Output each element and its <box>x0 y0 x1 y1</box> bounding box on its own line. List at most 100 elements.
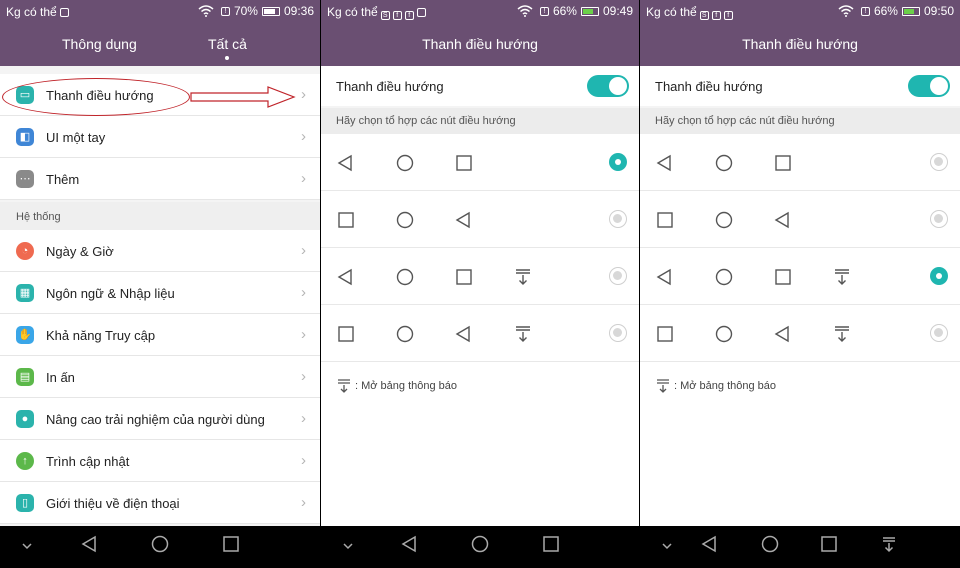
home-button-icon <box>715 268 733 286</box>
back-nav-icon[interactable] <box>700 534 718 554</box>
page-title: Thanh điều hướng <box>422 36 538 52</box>
home-button-icon <box>715 154 733 172</box>
combination-hint: Hãy chọn tổ hợp các nút điều hướng <box>640 108 960 134</box>
settings-item-date-time[interactable]: ◔ Ngày & Giờ › <box>0 230 320 272</box>
notification-pulldown-icon <box>516 326 530 342</box>
button-combination-option[interactable] <box>640 248 960 305</box>
back-button-icon <box>455 211 470 229</box>
navigation-bar-switch[interactable] <box>587 75 629 97</box>
facebook-icon: f <box>404 11 414 20</box>
button-combination-option[interactable] <box>640 191 960 248</box>
chevron-down-icon[interactable] <box>660 540 674 552</box>
settings-item-printing[interactable]: ▤ In ấn › <box>0 356 320 398</box>
recent-apps-button-icon <box>657 212 673 228</box>
carrier-label: Kg có thể <box>6 5 57 19</box>
one-hand-icon: ◧ <box>16 128 34 146</box>
page-title: Thanh điều hướng <box>742 36 858 52</box>
recent-apps-nav-icon[interactable] <box>222 534 240 554</box>
back-nav-icon[interactable] <box>80 534 98 554</box>
home-nav-icon[interactable] <box>470 534 490 554</box>
back-button-icon <box>337 268 352 286</box>
chevron-right-icon: › <box>301 242 306 259</box>
carrier-label: Kg có thể <box>646 5 697 19</box>
toggle-label: Thanh điều hướng <box>655 79 763 94</box>
button-combination-option[interactable] <box>640 134 960 191</box>
settings-item-accessibility[interactable]: ✋ Khả năng Truy cập › <box>0 314 320 356</box>
hand-icon: ✋ <box>16 326 34 344</box>
toggle-label: Thanh điều hướng <box>336 79 444 94</box>
navigation-bar-switch[interactable] <box>908 75 950 97</box>
skype-icon: S <box>380 11 390 20</box>
tab-all[interactable]: Tất cả <box>208 36 247 60</box>
button-combination-option[interactable] <box>321 134 639 191</box>
settings-item-updater[interactable]: ↑ Trình cập nhật › <box>0 440 320 482</box>
settings-item-language-input[interactable]: ▦ Ngôn ngữ & Nhập liệu › <box>0 272 320 314</box>
settings-item-user-experience[interactable]: ● Nâng cao trải nghiệm của người dùng › <box>0 398 320 440</box>
more-icon: ⋯ <box>16 170 34 188</box>
chevron-down-icon[interactable] <box>20 540 34 552</box>
home-nav-icon[interactable] <box>150 534 170 554</box>
radio-selected[interactable] <box>930 267 948 285</box>
chevron-right-icon: › <box>301 494 306 511</box>
chevron-down-icon[interactable] <box>341 540 355 552</box>
back-button-icon <box>774 325 789 343</box>
settings-item-label: Ngôn ngữ & Nhập liệu <box>46 286 175 301</box>
status-bar: Kg có thể Sf f ! 66% 09:50 <box>640 0 960 24</box>
radio-selected[interactable] <box>609 153 627 171</box>
phone-info-icon: ▯ <box>16 494 34 512</box>
legend: : Mở bảng thông báo <box>656 378 776 394</box>
battery-charging-icon <box>580 6 599 16</box>
home-nav-icon[interactable] <box>760 534 780 554</box>
printer-icon: ▤ <box>16 368 34 386</box>
radio-unselected[interactable] <box>930 324 948 342</box>
home-button-icon <box>396 154 414 172</box>
settings-item-label: Ngày & Giờ <box>46 244 114 259</box>
image-notification-icon <box>416 8 426 17</box>
button-combination-option[interactable] <box>640 305 960 362</box>
radio-unselected[interactable] <box>930 210 948 228</box>
button-combination-options <box>321 134 639 362</box>
wifi-icon <box>517 5 533 17</box>
legend-text: : Mở bảng thông báo <box>355 380 458 392</box>
navigation-bar-settings-panel: Kg có thể Sf f ! 66% 09:49 Thanh điều hướn… <box>321 0 639 568</box>
combination-hint: Hãy chọn tổ hợp các nút điều hướng <box>321 108 639 134</box>
recent-apps-button-icon <box>657 326 673 342</box>
button-combination-option[interactable] <box>321 305 639 362</box>
status-bar: Kg có thể Sf f ! 66% 09:49 <box>321 0 639 24</box>
recent-apps-button-icon <box>338 212 354 228</box>
back-nav-icon[interactable] <box>400 534 418 554</box>
recent-apps-button-icon <box>775 155 791 171</box>
system-nav-bar <box>640 526 960 568</box>
recent-apps-button-icon <box>338 326 354 342</box>
chevron-right-icon: › <box>301 326 306 343</box>
system-nav-bar <box>321 526 639 568</box>
system-nav-bar <box>0 526 320 568</box>
notification-pulldown-icon <box>657 379 669 393</box>
update-arrow-icon: ↑ <box>16 452 34 470</box>
settings-item-one-hand-ui[interactable]: ◧ UI một tay › <box>0 116 320 158</box>
recent-apps-nav-icon[interactable] <box>542 534 560 554</box>
tab-common[interactable]: Thông dụng <box>62 36 137 52</box>
radio-unselected[interactable] <box>609 210 627 228</box>
battery-percent: 70% <box>233 4 258 18</box>
wifi-icon <box>198 5 214 17</box>
navigation-bar-toggle-row: Thanh điều hướng <box>640 66 960 106</box>
button-combination-option[interactable] <box>321 191 639 248</box>
home-button-icon <box>715 211 733 229</box>
settings-item-label: Nâng cao trải nghiệm của người dùng <box>46 412 265 427</box>
navigation-bar-toggle-row: Thanh điều hướng <box>321 66 639 106</box>
radio-unselected[interactable] <box>609 324 627 342</box>
highlight-arrow <box>190 86 296 108</box>
settings-item-label: Khả năng Truy cập <box>46 328 156 343</box>
button-combination-option[interactable] <box>321 248 639 305</box>
back-button-icon <box>455 325 470 343</box>
radio-unselected[interactable] <box>609 267 627 285</box>
home-button-icon <box>396 211 414 229</box>
settings-item-more[interactable]: ⋯ Thêm › <box>0 158 320 200</box>
radio-unselected[interactable] <box>930 153 948 171</box>
legend-text: : Mở bảng thông báo <box>674 380 777 392</box>
notification-pulldown-nav-icon[interactable] <box>880 534 898 554</box>
notification-pulldown-icon <box>338 379 350 393</box>
recent-apps-nav-icon[interactable] <box>820 534 838 554</box>
settings-item-about-phone[interactable]: ▯ Giới thiệu về điện thoại › <box>0 482 320 524</box>
